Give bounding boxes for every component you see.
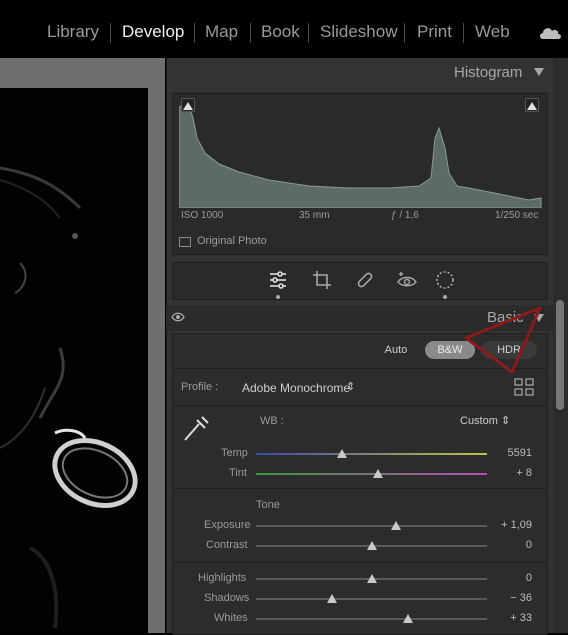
exposure-slider-thumb[interactable] <box>391 521 401 530</box>
photo-preview[interactable] <box>0 88 148 633</box>
temp-slider-thumb[interactable] <box>337 449 347 458</box>
contrast-label: Contrast <box>206 539 248 551</box>
module-separator <box>463 23 464 43</box>
tint-slider-thumb[interactable] <box>373 469 383 478</box>
shadows-label: Shadows <box>204 592 250 604</box>
module-develop[interactable]: Develop <box>122 22 184 42</box>
triangle-up-icon <box>183 102 193 110</box>
module-separator <box>194 23 195 43</box>
profile-select[interactable]: Adobe Monochrome <box>242 381 350 395</box>
exposure-slider-track[interactable] <box>256 525 487 527</box>
module-separator <box>308 23 309 43</box>
annotation-triangle <box>464 306 542 374</box>
whites-value[interactable]: + 33 <box>492 612 532 624</box>
healing-icon[interactable] <box>354 269 376 291</box>
crop-icon[interactable] <box>311 269 333 291</box>
exposure-label: Exposure <box>204 519 251 531</box>
whites-label: Whites <box>214 612 248 624</box>
chevron-updown-icon[interactable]: ⇕ <box>346 380 355 393</box>
divider <box>172 405 546 406</box>
masking-icon[interactable] <box>434 269 456 291</box>
whites-slider-track[interactable] <box>256 618 487 620</box>
aperture-value: ƒ / 1,6 <box>391 210 419 221</box>
cloud-icon[interactable] <box>538 24 562 40</box>
temp-value[interactable]: 5591 <box>492 447 532 459</box>
divider <box>172 488 546 489</box>
temp-label: Temp <box>221 447 248 459</box>
highlights-value[interactable]: 0 <box>492 572 532 584</box>
auto-button[interactable]: Auto <box>373 341 419 359</box>
shutter-speed-value: 1/250 sec <box>495 210 539 221</box>
eye-icon[interactable] <box>171 312 185 322</box>
original-photo-label: Original Photo <box>197 235 267 247</box>
contrast-slider-thumb[interactable] <box>367 541 377 550</box>
shadow-clipping-toggle[interactable] <box>181 98 195 112</box>
tint-label: Tint <box>229 467 247 479</box>
active-tool-indicator <box>276 295 280 299</box>
masking-indicator <box>443 295 447 299</box>
divider <box>172 562 546 563</box>
focal-length-value: 35 mm <box>299 210 330 221</box>
eyedropper-icon[interactable] <box>181 412 211 444</box>
module-separator <box>404 23 405 43</box>
exposure-value[interactable]: + 1,09 <box>492 519 532 531</box>
iso-value: ISO 1000 <box>181 210 224 221</box>
shadows-slider-track[interactable] <box>256 598 487 600</box>
red-eye-icon[interactable] <box>396 269 418 291</box>
tint-value[interactable]: + 8 <box>492 467 532 479</box>
shadows-slider-thumb[interactable] <box>327 594 337 603</box>
module-map[interactable]: Map <box>205 22 238 42</box>
histogram[interactable]: ISO 1000 35 mm ƒ / 1,6 1/250 sec Origina… <box>172 93 548 255</box>
profile-label: Profile : <box>181 381 219 393</box>
histogram-graph <box>179 98 542 208</box>
module-slideshow[interactable]: Slideshow <box>320 22 398 42</box>
highlights-slider-thumb[interactable] <box>367 574 377 583</box>
histogram-collapse-icon[interactable] <box>534 68 544 76</box>
highlight-clipping-toggle[interactable] <box>525 98 539 112</box>
contrast-value[interactable]: 0 <box>492 539 532 551</box>
chevron-updown-icon[interactable]: ⇕ <box>501 414 510 427</box>
tone-label: Tone <box>256 499 280 511</box>
shadows-value[interactable]: − 36 <box>492 592 532 604</box>
histogram-title[interactable]: Histogram <box>454 64 522 81</box>
module-separator <box>110 23 111 43</box>
profile-browser-icon[interactable] <box>514 378 534 396</box>
wb-label: WB : <box>260 415 284 427</box>
triangle-up-icon <box>527 102 537 110</box>
wb-select[interactable]: Custom <box>460 415 498 427</box>
module-print[interactable]: Print <box>417 22 452 42</box>
temp-slider-track[interactable] <box>256 453 487 455</box>
module-book[interactable]: Book <box>261 22 300 42</box>
tool-strip <box>172 262 548 300</box>
module-web[interactable]: Web <box>475 22 510 42</box>
tint-slider-track[interactable] <box>256 473 487 475</box>
edit-sliders-icon[interactable] <box>267 269 289 291</box>
original-photo-checkbox[interactable] <box>179 237 191 247</box>
module-picker: Library Develop Map Book Slideshow Print… <box>0 0 568 58</box>
whites-slider-thumb[interactable] <box>403 614 413 623</box>
scrollbar-thumb[interactable] <box>556 300 564 410</box>
photo-image <box>0 166 138 629</box>
module-separator <box>250 23 251 43</box>
highlights-label: Highlights <box>198 572 247 584</box>
module-library[interactable]: Library <box>47 22 99 42</box>
